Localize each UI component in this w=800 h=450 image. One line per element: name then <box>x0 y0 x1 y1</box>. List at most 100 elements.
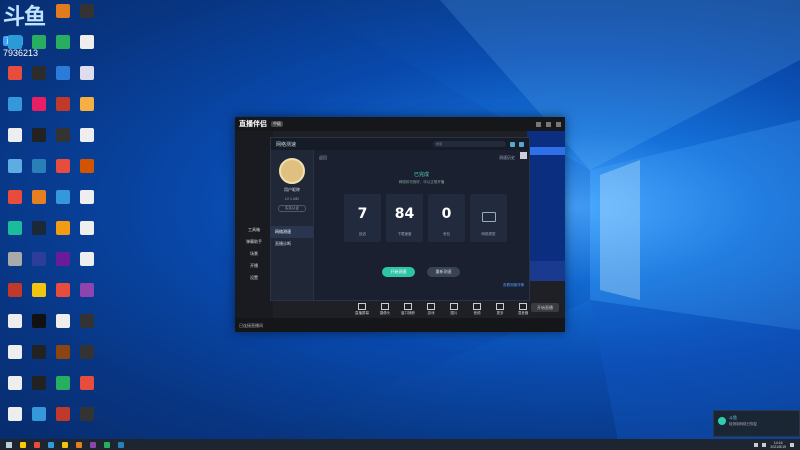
desktop-icon[interactable] <box>74 128 100 143</box>
desktop-icon[interactable] <box>50 128 76 143</box>
taskbar-app-icon[interactable] <box>34 441 40 448</box>
desktop-icon[interactable] <box>26 376 52 391</box>
desktop-icon[interactable] <box>50 159 76 174</box>
desktop-icon[interactable] <box>2 376 28 391</box>
app-left-item[interactable]: 场景 <box>235 251 273 257</box>
taskbar-app-icon[interactable] <box>104 441 110 448</box>
toolbar-button[interactable]: 直播屏幕 <box>355 303 369 316</box>
history-link[interactable]: 测速历史 <box>499 155 515 161</box>
toolbar-button[interactable]: 图片 <box>447 303 461 316</box>
desktop-icon[interactable] <box>50 190 76 205</box>
taskbar-app-icon[interactable] <box>48 441 54 448</box>
desktop-icon[interactable] <box>74 190 100 205</box>
desktop-icon[interactable] <box>74 97 100 112</box>
desktop-icon[interactable] <box>74 66 100 81</box>
verify-badge[interactable]: 实名认证 <box>278 205 306 212</box>
desktop-icon[interactable] <box>26 97 52 112</box>
desktop-icon[interactable] <box>50 4 76 19</box>
minimize-icon[interactable] <box>536 121 541 127</box>
desktop-icon[interactable] <box>74 35 100 50</box>
app-left-item[interactable]: 工具箱 <box>235 227 273 233</box>
avatar[interactable] <box>279 158 305 184</box>
selected-scene[interactable] <box>527 147 565 155</box>
desktop-icon[interactable] <box>74 4 100 19</box>
desktop-icon[interactable] <box>2 345 28 360</box>
desktop-icon[interactable] <box>2 407 28 422</box>
desktop-icon[interactable] <box>50 314 76 329</box>
desktop-icon[interactable] <box>74 159 100 174</box>
taskbar-app-icon[interactable] <box>118 441 124 448</box>
close-icon[interactable] <box>520 152 527 159</box>
dialog-menu-item[interactable]: 网络测速 <box>271 226 313 238</box>
desktop-icon[interactable] <box>74 345 100 360</box>
desktop-icon[interactable] <box>2 35 28 50</box>
toolbar-button[interactable]: 摄像头 <box>378 303 392 316</box>
taskbar-app-icon[interactable] <box>62 441 68 448</box>
app-titlebar[interactable]: 直播伴侣 中级 <box>235 117 565 131</box>
desktop-icon[interactable] <box>74 221 100 236</box>
app-left-item[interactable]: 开播 <box>235 263 273 269</box>
desktop-icon[interactable] <box>2 283 28 298</box>
toolbar-button[interactable]: 游戏 <box>424 303 438 316</box>
desktop-icon[interactable] <box>50 407 76 422</box>
desktop-icon[interactable] <box>26 221 52 236</box>
desktop-icon[interactable] <box>2 159 28 174</box>
notification-icon[interactable] <box>790 442 794 447</box>
start-icon[interactable] <box>6 441 12 448</box>
desktop-icon[interactable] <box>74 283 100 298</box>
dialog-menu-item[interactable]: 直播诊断 <box>271 238 313 250</box>
toolbar-button[interactable]: 更多 <box>493 303 507 316</box>
desktop-icon[interactable] <box>50 345 76 360</box>
notification-toast[interactable]: 斗鱼 检测到网络已恢复 <box>713 410 800 437</box>
search-icon[interactable] <box>510 141 515 147</box>
app-left-item[interactable]: 弹幕助手 <box>235 239 273 245</box>
desktop-icon[interactable] <box>26 407 52 422</box>
clock[interactable]: 14:16 2021/8/19 <box>770 441 786 449</box>
desktop-icon[interactable] <box>50 35 76 50</box>
desktop-icon[interactable] <box>50 252 76 267</box>
taskbar-app-icon[interactable] <box>90 441 96 448</box>
search-input[interactable]: 搜索 <box>433 141 506 147</box>
desktop-icon[interactable] <box>26 66 52 81</box>
volume-icon[interactable] <box>762 442 767 447</box>
desktop-icon[interactable] <box>26 314 52 329</box>
taskbar-app-icon[interactable] <box>20 441 26 448</box>
toolbar-button[interactable]: 窗口捕获 <box>401 303 415 316</box>
desktop-icon[interactable] <box>26 252 52 267</box>
desktop-icon[interactable] <box>74 314 100 329</box>
desktop-icon[interactable] <box>26 345 52 360</box>
close-icon[interactable] <box>556 121 561 127</box>
start-test-button[interactable]: 开始测速 <box>382 267 415 277</box>
desktop-icon[interactable] <box>50 66 76 81</box>
speed-test-dialog[interactable]: 网络测速 搜索 用户昵称 LV 1 UID 实名认证 网络测速 直播诊断 返回 测… <box>270 137 530 301</box>
desktop-icon[interactable] <box>26 283 52 298</box>
desktop-icon[interactable] <box>50 221 76 236</box>
go-live-button[interactable]: 开始直播 <box>531 303 559 312</box>
toolbar-button[interactable]: 音频 <box>470 303 484 316</box>
maximize-icon[interactable] <box>546 121 551 127</box>
back-link[interactable]: 返回 <box>319 155 327 161</box>
desktop-icon[interactable] <box>26 159 52 174</box>
desktop-icon[interactable] <box>50 283 76 298</box>
network-icon[interactable] <box>754 442 759 447</box>
desktop-icon[interactable] <box>26 190 52 205</box>
desktop-icon[interactable] <box>74 407 100 422</box>
desktop-icon[interactable] <box>26 128 52 143</box>
desktop-icon[interactable] <box>26 35 52 50</box>
desktop-icon[interactable] <box>50 97 76 112</box>
app-left-item[interactable]: 设置 <box>235 275 273 281</box>
taskbar-app-icon[interactable] <box>76 441 82 448</box>
desktop-icon[interactable] <box>74 376 100 391</box>
desktop-icon[interactable] <box>50 376 76 391</box>
desktop-icon[interactable] <box>2 128 28 143</box>
desktop-icon[interactable] <box>2 190 28 205</box>
desktop-icon[interactable] <box>74 252 100 267</box>
desktop-icon[interactable] <box>2 314 28 329</box>
desktop-icon[interactable] <box>2 252 28 267</box>
desktop-icon[interactable] <box>2 97 28 112</box>
retest-button[interactable]: 重新测速 <box>427 267 460 277</box>
desktop-icon[interactable] <box>2 221 28 236</box>
details-link[interactable]: 查看测速详情 <box>503 283 524 288</box>
desktop-icon[interactable] <box>2 66 28 81</box>
toolbar-button[interactable]: 混音器 <box>516 303 530 316</box>
